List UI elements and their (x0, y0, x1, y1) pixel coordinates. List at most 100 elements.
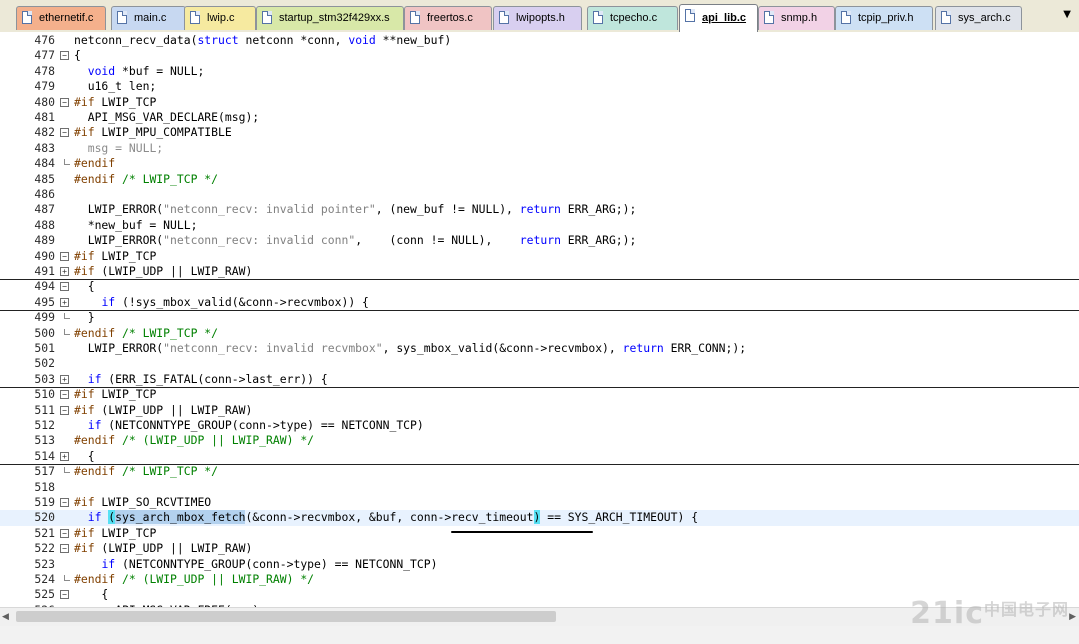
fold-end-marker-icon (64, 328, 70, 335)
code-line[interactable]: 478 void *buf = NULL; (0, 64, 1079, 79)
fold-collapse-icon[interactable] (60, 528, 69, 538)
fold-collapse-icon[interactable] (60, 97, 69, 107)
code-text: LWIP_ERROR("netconn_recv: invalid recvmb… (74, 341, 747, 355)
line-number: 514 (34, 448, 55, 463)
tab-ethernetif-c[interactable]: ethernetif.c (16, 6, 106, 30)
tab-startup-stm32f429xx-s[interactable]: startup_stm32f429xx.s (256, 6, 404, 30)
tab-label: api_lib.c (702, 12, 747, 24)
fold-collapse-icon[interactable] (60, 590, 69, 600)
code-line[interactable]: 489 LWIP_ERROR("netconn_recv: invalid co… (0, 233, 1079, 248)
tab-label: tcpecho.c (610, 12, 658, 24)
code-line[interactable]: 483 msg = NULL; (0, 141, 1079, 156)
code-text: #endif /* (LWIP_UDP || LWIP_RAW) */ (74, 433, 315, 448)
tab-snmp-h[interactable]: snmp.h (758, 6, 835, 30)
code-line[interactable]: 490 #if LWIP_TCP (0, 249, 1079, 264)
code-line[interactable]: 519 #if LWIP_SO_RCVTIMEO (0, 495, 1079, 510)
line-number: 484 (34, 156, 55, 171)
fold-expand-icon[interactable] (60, 374, 69, 384)
code-line[interactable]: 484 #endif (0, 156, 1079, 171)
line-number: 502 (34, 356, 55, 371)
code-line[interactable]: 491 #if (LWIP_UDP || LWIP_RAW) (0, 264, 1079, 281)
fold-expand-icon[interactable] (60, 451, 69, 461)
code-line[interactable]: 512 if (NETCONNTYPE_GROUP(conn->type) ==… (0, 418, 1079, 433)
fold-expand-icon[interactable] (60, 297, 69, 307)
tab-api-lib-c[interactable]: api_lib.c (679, 4, 758, 32)
code-line[interactable]: 486 (0, 187, 1079, 202)
fold-expand-icon[interactable] (60, 267, 69, 276)
file-icon (593, 11, 603, 24)
code-text: if (NETCONNTYPE_GROUP(conn->type) == NET… (101, 556, 438, 571)
code-line[interactable]: 523 if (NETCONNTYPE_GROUP(conn->type) ==… (0, 557, 1079, 572)
code-line[interactable]: 522 #if (LWIP_UDP || LWIP_RAW) (0, 541, 1079, 556)
code-line[interactable]: 488 *new_buf = NULL; (0, 218, 1079, 233)
tab-label: sys_arch.c (958, 12, 1011, 24)
fold-end-marker-icon (64, 313, 70, 320)
code-line[interactable]: 502 (0, 356, 1079, 371)
line-number: 485 (34, 171, 55, 186)
line-number: 488 (34, 217, 55, 232)
line-number: 500 (34, 325, 55, 340)
code-line[interactable]: 521 #if LWIP_TCP (0, 526, 1079, 541)
code-line[interactable]: 495 if (!sys_mbox_valid(&conn->recvmbox)… (0, 294, 1079, 312)
scroll-left-arrow-icon[interactable]: ◀ (2, 612, 9, 622)
code-line[interactable]: 477 { (0, 48, 1079, 63)
code-line[interactable]: 499 } (0, 310, 1079, 325)
code-line[interactable]: 479 u16_t len; (0, 79, 1079, 94)
line-number: 477 (34, 48, 55, 63)
fold-collapse-icon[interactable] (60, 51, 69, 61)
code-line[interactable]: 511 #if (LWIP_UDP || LWIP_RAW) (0, 403, 1079, 418)
file-icon (22, 11, 32, 24)
code-line[interactable]: 513 #endif /* (LWIP_UDP || LWIP_RAW) */ (0, 433, 1079, 448)
line-number: 482 (34, 125, 55, 140)
tab-list-dropdown-icon[interactable]: ▼ (1063, 9, 1071, 20)
code-line[interactable]: 520 if (sys_arch_mbox_fetch(&conn->recvm… (0, 510, 1079, 526)
line-number: 520 (34, 510, 55, 525)
code-line[interactable]: 481 API_MSG_VAR_DECLARE(msg); (0, 110, 1079, 125)
code-line[interactable]: 518 (0, 480, 1079, 495)
fold-end-marker-icon (64, 575, 70, 581)
tab-sys-arch-c[interactable]: sys_arch.c (935, 6, 1022, 30)
code-text: if (sys_arch_mbox_fetch(&conn->recvmbox,… (87, 510, 699, 525)
line-number: 503 (34, 371, 55, 386)
code-text: if (ERR_IS_FATAL(conn->last_err)) { (87, 371, 328, 386)
scroll-right-arrow-icon[interactable]: ▶ (1069, 612, 1076, 622)
fold-collapse-icon[interactable] (60, 498, 69, 507)
code-text: #endif /* (LWIP_UDP || LWIP_RAW) */ (74, 572, 315, 586)
tab-lwipopts-h[interactable]: lwipopts.h (493, 6, 582, 30)
fold-collapse-icon[interactable] (60, 251, 69, 261)
file-icon (685, 9, 695, 22)
code-editor[interactable]: 476 netconn_recv_data(struct netconn *con… (0, 32, 1079, 607)
line-number: 495 (34, 294, 55, 309)
tab-freertos-c[interactable]: freertos.c (404, 6, 492, 30)
code-line[interactable]: 485 #endif /* LWIP_TCP */ (0, 172, 1079, 187)
code-text: { (74, 48, 81, 63)
tab-tcpecho-c[interactable]: tcpecho.c (587, 6, 678, 30)
scrollbar-thumb[interactable] (16, 611, 556, 622)
line-number: 476 (34, 33, 55, 47)
code-text: msg = NULL; (87, 140, 164, 155)
code-line[interactable]: 494 { (0, 279, 1079, 294)
code-line[interactable]: 501 LWIP_ERROR("netconn_recv: invalid re… (0, 341, 1079, 356)
code-line[interactable]: 476 netconn_recv_data(struct netconn *con… (0, 33, 1079, 48)
line-number: 479 (34, 79, 55, 94)
code-line[interactable]: 500 #endif /* LWIP_TCP */ (0, 326, 1079, 341)
code-line[interactable]: 514 { (0, 448, 1079, 466)
line-number: 513 (34, 433, 55, 448)
code-line[interactable]: 503 if (ERR_IS_FATAL(conn->last_err)) { (0, 371, 1079, 389)
tab-main-c[interactable]: main.c (111, 6, 186, 30)
fold-collapse-icon[interactable] (60, 390, 69, 400)
file-icon (410, 11, 420, 24)
fold-collapse-icon[interactable] (60, 128, 69, 138)
code-line[interactable]: 482 #if LWIP_MPU_COMPATIBLE (0, 125, 1079, 140)
tab-tcpip-priv-h[interactable]: tcpip_priv.h (835, 6, 933, 30)
code-line[interactable]: 524 #endif /* (LWIP_UDP || LWIP_RAW) */ (0, 572, 1079, 587)
code-line[interactable]: 487 LWIP_ERROR("netconn_recv: invalid po… (0, 202, 1079, 217)
tab-lwip-c[interactable]: lwip.c (184, 6, 256, 30)
line-number: 478 (34, 63, 55, 78)
code-line[interactable]: 510 #if LWIP_TCP (0, 387, 1079, 402)
fold-collapse-icon[interactable] (60, 544, 69, 554)
fold-collapse-icon[interactable] (60, 282, 69, 292)
fold-collapse-icon[interactable] (60, 405, 69, 415)
code-line[interactable]: 517 #endif /* LWIP_TCP */ (0, 464, 1079, 479)
code-line[interactable]: 480 #if LWIP_TCP (0, 95, 1079, 110)
